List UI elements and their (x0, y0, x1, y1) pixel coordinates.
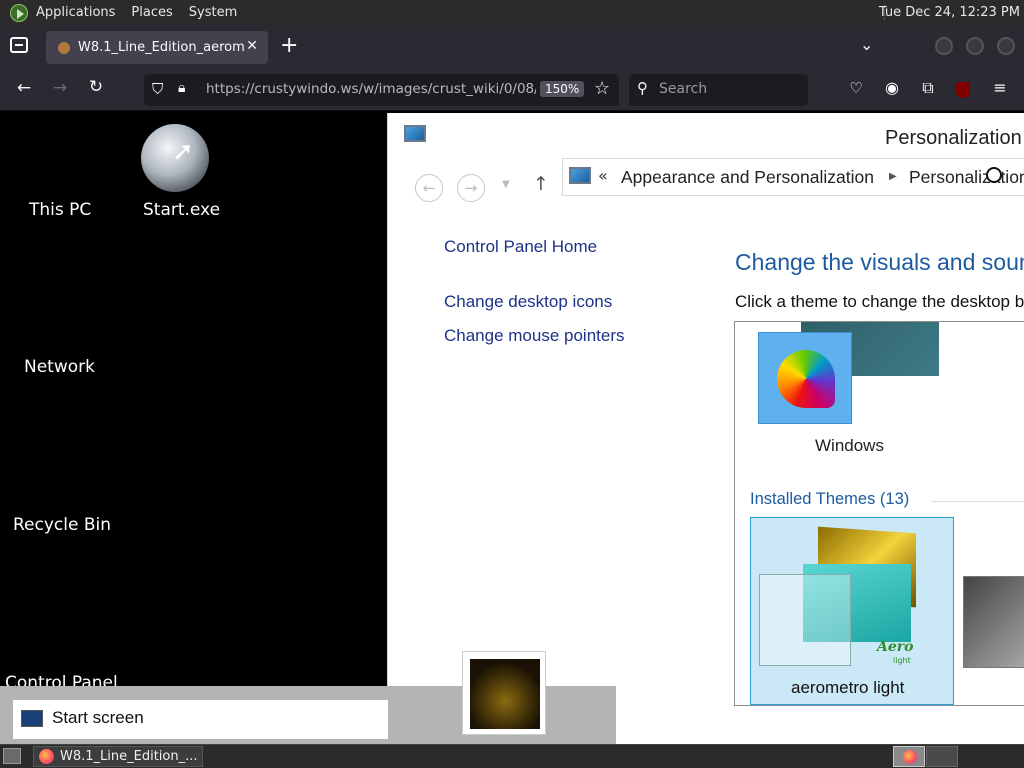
breadcrumb-separator-icon[interactable]: ▶ (889, 171, 897, 182)
theme-name-aerometro-light: aerometro light (791, 678, 905, 697)
bookmark-star-icon[interactable]: ☆ (594, 78, 610, 99)
breadcrumb-personalization[interactable]: Personalization (909, 167, 1024, 188)
desktop-icon-this-pc[interactable]: This PC (29, 200, 91, 220)
back-nav-icon[interactable]: ← (415, 174, 443, 202)
breadcrumb-appearance[interactable]: Appearance and Personalization (621, 167, 874, 188)
applications-menu[interactable]: Applications (28, 0, 123, 25)
start-exe-arrow-icon: ➚ (172, 137, 194, 167)
search-icon: ⚲ (637, 79, 648, 97)
show-desktop-icon[interactable] (3, 748, 21, 764)
taskbar-window-button[interactable]: W8.1_Line_Edition_... (33, 746, 203, 767)
back-icon[interactable]: ← (12, 78, 36, 98)
search-bar[interactable]: ⚲ Search (629, 74, 808, 106)
shield-icon[interactable]: ⛉ (152, 80, 163, 98)
taskbar-window-title: W8.1_Line_Edition_... (60, 749, 198, 764)
desktop-icon-start-exe[interactable]: Start.exe (143, 200, 220, 220)
desktop-icon-network[interactable]: Network (24, 357, 95, 377)
personalization-window: Personalization ← → ▼ ↑ « Appearance and… (387, 113, 1024, 744)
control-panel-icon (404, 125, 426, 142)
top-panel: Applications Places System Tue Dec 24, 1… (0, 0, 1024, 25)
installed-themes-header: Installed Themes (13) (750, 490, 910, 508)
new-year-image (470, 659, 540, 729)
forward-icon[interactable]: → (48, 78, 72, 98)
close-window-button[interactable] (997, 37, 1015, 55)
nav-bar: ← → ↻ ⛉ 🔒︎ https://crustywindo.ws/w/imag… (0, 69, 1024, 111)
address-cp-icon (569, 167, 591, 184)
color-fan-icon (777, 350, 835, 408)
start-screen-label: Start screen (52, 708, 144, 727)
new-tab-icon[interactable]: + (280, 33, 298, 58)
tab-close-icon[interactable]: ✕ (246, 38, 258, 54)
theme-badge-light: light (893, 656, 911, 665)
url-text: https://crustywindo.ws/w/images/crust_wi… (206, 81, 536, 97)
reload-icon[interactable]: ↻ (84, 77, 108, 97)
workspace-firefox-icon (903, 750, 917, 764)
change-mouse-pointers-link[interactable]: Change mouse pointers (444, 326, 625, 346)
maximize-button[interactable] (966, 37, 984, 55)
taskbar: W8.1_Line_Edition_... (0, 744, 1024, 768)
pocket-icon[interactable]: ♡ (844, 79, 868, 97)
workspace-2[interactable] (926, 746, 958, 767)
new-year-tile[interactable] (462, 651, 546, 735)
control-panel-home-link[interactable]: Control Panel Home (444, 237, 597, 257)
places-menu[interactable]: Places (123, 0, 180, 25)
workspace-switcher[interactable] (893, 746, 925, 767)
firefox-icon (39, 749, 54, 764)
theme-list: Windows Installed Themes (13) Aero light… (734, 321, 1024, 706)
page-subheading: Click a theme to change the desktop back… (735, 292, 1024, 311)
clock[interactable]: Tue Dec 24, 12:23 PM (879, 0, 1020, 25)
forward-nav-icon[interactable]: → (457, 174, 485, 202)
chevron-down-icon[interactable]: ⌄ (860, 35, 873, 54)
system-menu[interactable]: System (181, 0, 245, 25)
zoom-cursor-icon (986, 167, 1002, 183)
page-heading: Change the visuals and sounds on your co… (735, 249, 1024, 275)
change-desktop-icons-link[interactable]: Change desktop icons (444, 292, 612, 312)
minimize-button[interactable] (935, 37, 953, 55)
recent-pages-chevron-icon[interactable]: ▼ (502, 179, 510, 190)
start-screen-icon (21, 710, 43, 727)
browser-tab[interactable]: W8.1_Line_Edition_aerometro ✕ (46, 31, 268, 64)
tab-list-icon[interactable] (10, 37, 28, 53)
window-title: Personalization (885, 127, 1022, 149)
breadcrumb-overflow-icon[interactable]: « (598, 166, 608, 185)
ublock-icon[interactable] (956, 82, 970, 98)
theme-badge-aero: Aero (877, 639, 914, 655)
url-bar[interactable]: ⛉ 🔒︎ https://crustywindo.ws/w/images/cru… (144, 74, 619, 106)
page-content: This PC ➚ Start.exe Network Recycle Bin … (0, 111, 1024, 744)
search-placeholder: Search (659, 81, 708, 97)
zoom-badge[interactable]: 150% (540, 81, 585, 97)
theme-preview-glass (759, 574, 851, 666)
tab-favicon-icon (58, 41, 70, 54)
section-divider (931, 501, 1024, 502)
extensions-icon[interactable]: ⧉ (916, 78, 940, 98)
theme-next-preview[interactable] (963, 576, 1024, 668)
account-icon[interactable]: ◉ (880, 78, 904, 97)
theme-aerometro-light[interactable]: Aero light aerometro light (750, 517, 954, 705)
tab-strip: W8.1_Line_Edition_aerometro ✕ + ⌄ (0, 25, 1024, 69)
menu-icon[interactable]: ≡ (988, 78, 1012, 97)
theme-name-windows[interactable]: Windows (815, 436, 884, 456)
address-bar[interactable]: « Appearance and Personalization ▶ Perso… (562, 158, 1024, 196)
gnome-menu-icon[interactable] (10, 3, 28, 22)
lock-icon[interactable]: 🔒︎ (178, 80, 185, 96)
start-screen-item[interactable]: Start screen (13, 700, 388, 739)
up-arrow-icon[interactable]: ↑ (533, 173, 549, 195)
desktop-icon-recycle-bin[interactable]: Recycle Bin (13, 515, 111, 535)
tab-title: W8.1_Line_Edition_aerometro (78, 40, 244, 55)
